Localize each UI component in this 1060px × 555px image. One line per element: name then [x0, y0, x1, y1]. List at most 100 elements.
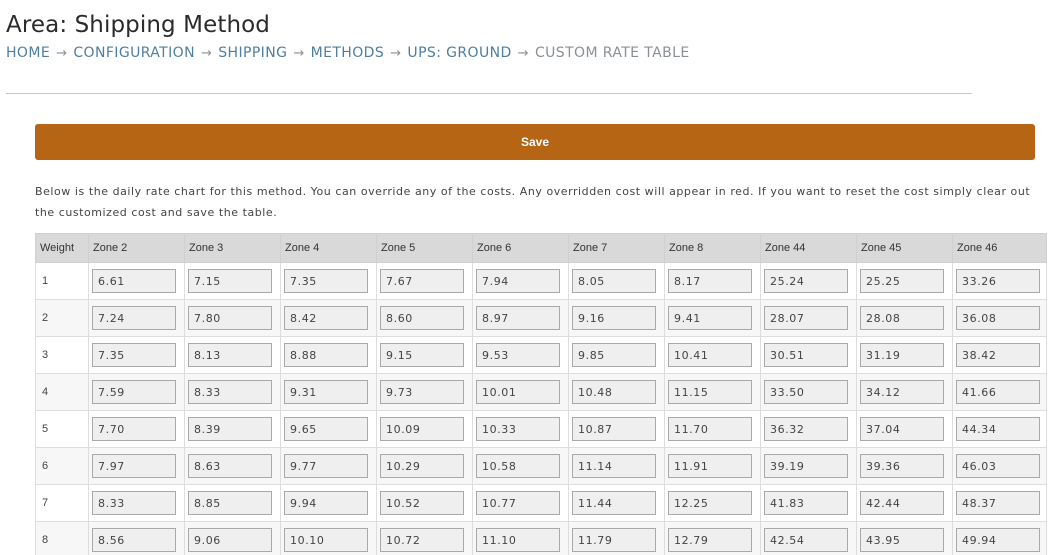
rate-input[interactable] — [572, 380, 656, 404]
rate-input[interactable] — [188, 417, 272, 441]
rate-input[interactable] — [380, 528, 464, 552]
rate-input[interactable] — [188, 528, 272, 552]
rate-input[interactable] — [476, 528, 560, 552]
rate-cell — [952, 262, 1047, 300]
rate-input[interactable] — [572, 454, 656, 478]
rate-input[interactable] — [572, 528, 656, 552]
rate-input[interactable] — [668, 528, 752, 552]
breadcrumb-link[interactable]: HOME — [6, 45, 50, 61]
rate-input[interactable] — [764, 306, 848, 330]
rate-input[interactable] — [476, 454, 560, 478]
rate-cell — [568, 521, 665, 555]
rate-input[interactable] — [764, 343, 848, 367]
rate-input[interactable] — [476, 417, 560, 441]
rate-input[interactable] — [668, 306, 752, 330]
rate-input[interactable] — [476, 269, 560, 293]
rate-input[interactable] — [380, 380, 464, 404]
rate-input[interactable] — [284, 417, 368, 441]
rate-input[interactable] — [956, 491, 1040, 515]
rate-cell — [376, 299, 473, 337]
rate-input[interactable] — [188, 380, 272, 404]
rate-input[interactable] — [284, 454, 368, 478]
rate-input[interactable] — [764, 380, 848, 404]
rate-cell — [952, 484, 1047, 522]
breadcrumb-link[interactable]: UPS: GROUND — [407, 45, 511, 61]
rate-cell — [280, 447, 377, 485]
rate-input[interactable] — [668, 343, 752, 367]
rate-input[interactable] — [572, 491, 656, 515]
rate-cell — [280, 521, 377, 555]
rate-input[interactable] — [764, 269, 848, 293]
rate-input[interactable] — [380, 454, 464, 478]
rate-input[interactable] — [860, 343, 944, 367]
rate-input[interactable] — [188, 343, 272, 367]
save-button[interactable]: Save — [35, 124, 1035, 160]
rate-input[interactable] — [764, 454, 848, 478]
rate-input[interactable] — [956, 528, 1040, 552]
rate-input[interactable] — [92, 269, 176, 293]
rate-input[interactable] — [956, 380, 1040, 404]
rate-input[interactable] — [284, 380, 368, 404]
rate-input[interactable] — [476, 306, 560, 330]
rate-input[interactable] — [860, 380, 944, 404]
rate-input[interactable] — [668, 417, 752, 441]
rate-input[interactable] — [92, 417, 176, 441]
rate-input[interactable] — [284, 528, 368, 552]
rate-cell — [760, 484, 857, 522]
table-row: 7 — [35, 484, 1047, 522]
rate-input[interactable] — [188, 306, 272, 330]
rate-input[interactable] — [476, 491, 560, 515]
breadcrumb-link[interactable]: CONFIGURATION — [73, 45, 195, 61]
rate-cell — [760, 299, 857, 337]
rate-input[interactable] — [188, 491, 272, 515]
zone-column-header: Zone 45 — [856, 233, 953, 263]
rate-input[interactable] — [284, 491, 368, 515]
rate-input[interactable] — [860, 491, 944, 515]
rate-input[interactable] — [956, 269, 1040, 293]
rate-input[interactable] — [380, 269, 464, 293]
rate-input[interactable] — [284, 306, 368, 330]
rate-input[interactable] — [284, 269, 368, 293]
rate-cell — [376, 484, 473, 522]
rate-input[interactable] — [92, 528, 176, 552]
rate-input[interactable] — [92, 454, 176, 478]
rate-input[interactable] — [476, 380, 560, 404]
rate-input[interactable] — [764, 417, 848, 441]
rate-input[interactable] — [860, 269, 944, 293]
rate-input[interactable] — [668, 269, 752, 293]
rate-input[interactable] — [572, 306, 656, 330]
rate-input[interactable] — [380, 343, 464, 367]
rate-input[interactable] — [476, 343, 560, 367]
rate-input[interactable] — [572, 269, 656, 293]
rate-input[interactable] — [380, 491, 464, 515]
rate-input[interactable] — [956, 306, 1040, 330]
rate-input[interactable] — [860, 528, 944, 552]
rate-input[interactable] — [956, 417, 1040, 441]
rate-input[interactable] — [188, 454, 272, 478]
rate-cell — [472, 521, 569, 555]
rate-input[interactable] — [956, 454, 1040, 478]
rate-cell — [952, 410, 1047, 448]
rate-input[interactable] — [92, 491, 176, 515]
rate-input[interactable] — [92, 380, 176, 404]
breadcrumb-link[interactable]: SHIPPING — [218, 45, 287, 61]
rate-input[interactable] — [380, 417, 464, 441]
rate-input[interactable] — [92, 343, 176, 367]
rate-input[interactable] — [572, 343, 656, 367]
rate-input[interactable] — [188, 269, 272, 293]
rate-input[interactable] — [572, 417, 656, 441]
rate-input[interactable] — [860, 454, 944, 478]
rate-input[interactable] — [284, 343, 368, 367]
rate-input[interactable] — [668, 454, 752, 478]
rate-input[interactable] — [860, 306, 944, 330]
rate-input[interactable] — [380, 306, 464, 330]
rate-input[interactable] — [860, 417, 944, 441]
rate-input[interactable] — [92, 306, 176, 330]
rate-input[interactable] — [764, 528, 848, 552]
rate-input[interactable] — [668, 491, 752, 515]
rate-input[interactable] — [668, 380, 752, 404]
rate-input[interactable] — [956, 343, 1040, 367]
rate-cell — [664, 373, 761, 411]
rate-input[interactable] — [764, 491, 848, 515]
breadcrumb-link[interactable]: METHODS — [311, 45, 385, 61]
